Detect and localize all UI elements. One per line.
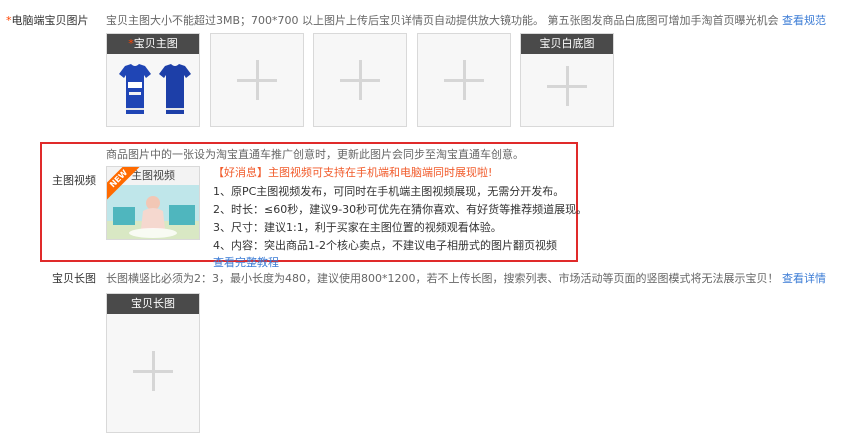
- video-thumbnail[interactable]: 主图视频 NEW: [106, 166, 200, 240]
- white-bg-image-slot[interactable]: 宝贝白底图: [520, 33, 614, 127]
- video-label: 主图视频: [52, 174, 96, 187]
- image-slot-3[interactable]: [313, 33, 407, 127]
- video-info-item-1: 1、原PC主图视频发布，可同时在手机端主图视频展现，无需分开发布。: [213, 185, 565, 198]
- product-image: [119, 64, 191, 114]
- image-slot-4[interactable]: [417, 33, 511, 127]
- white-bg-header: 宝贝白底图: [521, 34, 613, 54]
- video-info: 【好消息】主图视频可支持在手机端和电脑端同时展现啦! 1、原PC主图视频发布，可…: [213, 164, 587, 270]
- pc-images-label: *电脑端宝贝图片: [6, 14, 89, 27]
- long-image-label: 宝贝长图: [52, 272, 96, 285]
- long-image-slot[interactable]: 宝贝长图: [106, 293, 200, 433]
- video-preview-image: [107, 185, 199, 239]
- video-info-item-2: 2、时长：≤60秒，建议9-30秒可优先在猜你喜欢、有好货等推荐频道展现。: [213, 203, 588, 216]
- long-image-hint: 长图横竖比必须为2：3，最小长度为480，建议使用800*1200，若不上传长图…: [106, 272, 826, 285]
- view-details-link[interactable]: 查看详情: [782, 272, 826, 285]
- main-image-slot[interactable]: *宝贝主图: [106, 33, 200, 127]
- full-tutorial-link[interactable]: 查看完整教程: [213, 254, 587, 270]
- view-spec-link[interactable]: 查看规范: [782, 14, 826, 27]
- video-info-item-4: 4、内容：突出商品1-2个核心卖点，不建议电子相册式的图片翻页视频: [213, 239, 557, 252]
- long-image-header: 宝贝长图: [107, 294, 199, 314]
- video-news: 【好消息】主图视频可支持在手机端和电脑端同时展现啦!: [213, 166, 493, 179]
- video-info-item-3: 3、尺寸：建议1:1，利于买家在主图位置的视频观看体验。: [213, 221, 502, 234]
- main-image-header: *宝贝主图: [107, 34, 199, 54]
- image-slot-2[interactable]: [210, 33, 304, 127]
- pc-images-hint: 宝贝主图大小不能超过3MB；700*700 以上图片上传后宝贝详情页自动提供放大…: [106, 14, 827, 27]
